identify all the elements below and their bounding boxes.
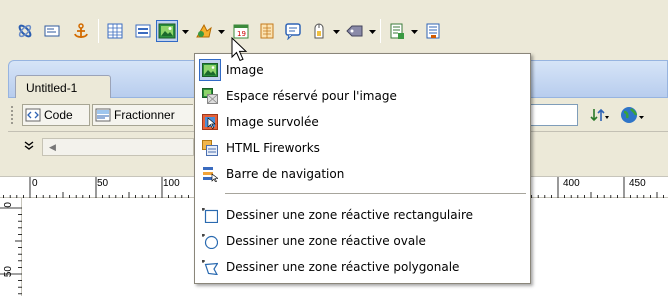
menu-item-rectangle-hotspot[interactable]: Dessiner une zone réactive rectangulaire xyxy=(197,202,528,228)
image-placeholder-icon xyxy=(199,85,221,107)
table-icon[interactable] xyxy=(104,20,126,42)
rectangle-hotspot-icon xyxy=(199,204,221,226)
menu-item-label: Dessiner une zone réactive ovale xyxy=(226,234,426,248)
split-view-icon xyxy=(95,108,111,122)
scroll-field[interactable]: ◀ xyxy=(42,138,194,156)
code-view-button[interactable]: Code xyxy=(22,104,90,126)
comment-icon[interactable] xyxy=(256,20,278,42)
server-include-icon[interactable] xyxy=(422,20,444,42)
code-view-label: Code xyxy=(44,108,73,122)
templates-icon[interactable] xyxy=(282,20,304,42)
menu-item-label: Dessiner une zone réactive rectangulaire xyxy=(226,208,474,222)
ruler-label-50: 50 xyxy=(97,178,109,189)
navigation-bar-icon xyxy=(199,163,221,185)
menu-item-rollover-image[interactable]: Image survolée xyxy=(197,109,528,135)
fireworks-html-icon xyxy=(199,137,221,159)
vertical-ruler-ticks xyxy=(0,207,22,295)
named-anchor-icon[interactable] xyxy=(70,20,92,42)
script-dropdown-caret[interactable] xyxy=(410,26,419,38)
split-view-button[interactable]: Fractionner xyxy=(92,104,193,126)
vertical-ruler: 0 50 xyxy=(0,198,22,296)
image-dropdown-caret[interactable] xyxy=(181,26,190,38)
media-dropdown-caret[interactable] xyxy=(217,26,226,38)
tag-chooser-icon[interactable] xyxy=(344,20,366,42)
scroll-arrow-icon: ◀ xyxy=(49,142,56,152)
email-link-icon[interactable] xyxy=(41,20,63,42)
tag-dropdown-caret[interactable] xyxy=(368,26,377,38)
menu-separator xyxy=(225,193,526,194)
document-tab-label: Untitled-1 xyxy=(26,81,78,95)
menu-item-label: Dessiner une zone réactive polygonale xyxy=(226,260,460,274)
hyperlink-icon[interactable] xyxy=(14,20,36,42)
menu-item-polygon-hotspot[interactable]: Dessiner une zone réactive polygonale xyxy=(197,254,528,280)
vruler-label-50: 50 xyxy=(3,266,14,278)
menu-item-label: Image xyxy=(226,63,264,77)
menu-item-image-placeholder[interactable]: Espace réservé pour l'image xyxy=(197,83,528,109)
toolbar-grip[interactable] xyxy=(11,106,15,124)
ruler-label-0: 0 xyxy=(32,178,38,189)
menu-item-label: Barre de navigation xyxy=(226,167,345,181)
script-icon[interactable] xyxy=(386,20,408,42)
ruler-label-400: 400 xyxy=(563,178,580,189)
code-view-icon xyxy=(25,108,41,122)
image-icon[interactable] xyxy=(156,20,178,42)
polygon-hotspot-icon xyxy=(199,256,221,278)
menu-item-label: Image survolée xyxy=(226,115,319,129)
collapse-icon[interactable] xyxy=(24,140,34,150)
insert-toolbar: 19 xyxy=(0,0,668,52)
media-icon[interactable] xyxy=(193,20,215,42)
rollover-image-icon xyxy=(199,111,221,133)
image-dropdown-menu: Image Espace réservé pour l'image Image … xyxy=(194,53,531,284)
layer-icon[interactable] xyxy=(132,20,154,42)
image-icon xyxy=(199,59,221,81)
ruler-label-450: 450 xyxy=(629,178,646,189)
head-tags-icon[interactable] xyxy=(308,20,330,42)
ruler-label-100: 100 xyxy=(163,178,180,189)
menu-item-fireworks-html[interactable]: HTML Fireworks xyxy=(197,135,528,161)
mouse-cursor-icon xyxy=(231,36,249,65)
menu-item-label: Espace réservé pour l'image xyxy=(226,89,397,103)
head-dropdown-caret[interactable] xyxy=(332,26,341,38)
file-management-icon[interactable] xyxy=(590,107,610,123)
oval-hotspot-icon xyxy=(199,230,221,252)
document-tab[interactable]: Untitled-1 xyxy=(15,75,111,99)
vruler-label-0: 0 xyxy=(3,202,14,208)
menu-item-oval-hotspot[interactable]: Dessiner une zone réactive ovale xyxy=(197,228,528,254)
menu-item-navigation-bar[interactable]: Barre de navigation xyxy=(197,161,528,187)
preview-browser-icon[interactable] xyxy=(620,105,644,125)
menu-item-label: HTML Fireworks xyxy=(226,141,320,155)
split-view-label: Fractionner xyxy=(114,108,175,122)
